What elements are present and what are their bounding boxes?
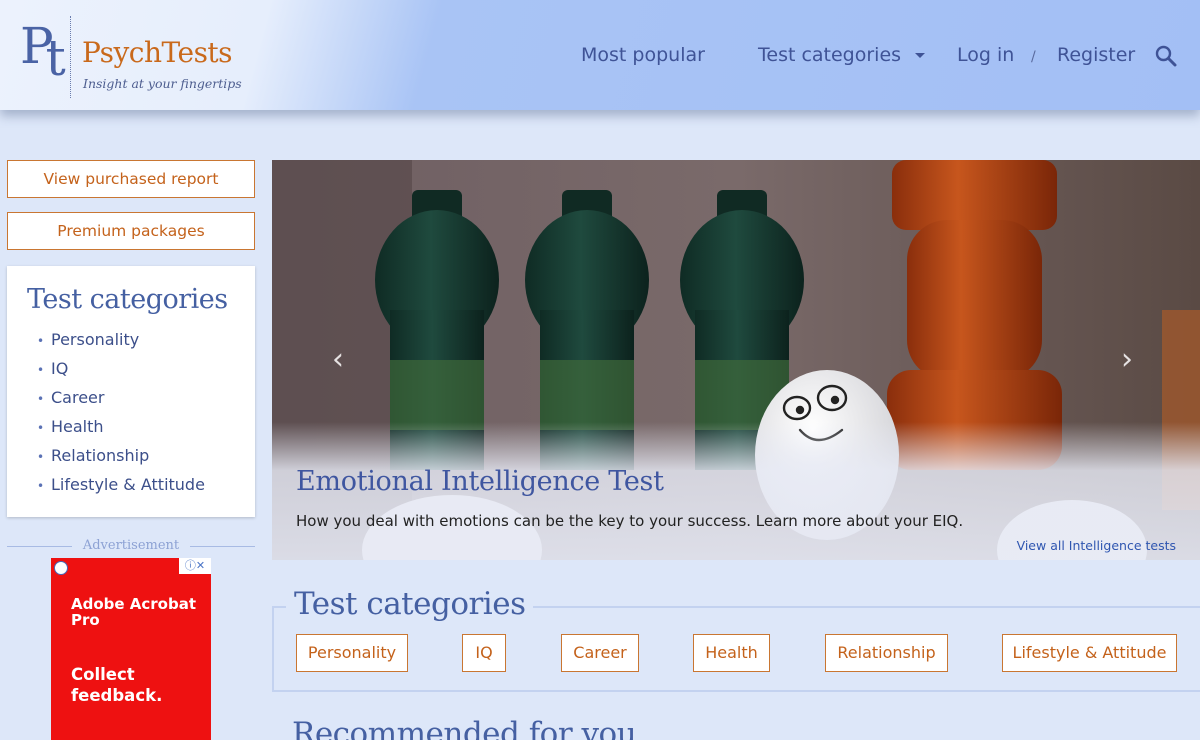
ad-cta: Collect feedback. <box>71 665 163 705</box>
nav-most-popular[interactable]: Most popular <box>581 40 705 70</box>
logo-tagline: Insight at your fingertips <box>83 76 242 91</box>
hero-title[interactable]: Emotional Intelligence Test <box>296 466 664 497</box>
sidebar-item-label: Lifestyle & Attitude <box>51 475 205 494</box>
search-icon[interactable] <box>1154 44 1178 68</box>
category-button-health[interactable]: Health <box>693 634 770 672</box>
chevron-left-icon[interactable]: ‹ <box>332 345 344 375</box>
hero-carousel[interactable]: ‹ › Emotional Intelligence Test How you … <box>272 160 1200 560</box>
bullet-icon: • <box>37 392 45 406</box>
advertisement-label: Advertisement <box>7 538 255 554</box>
nav-register[interactable]: Register <box>1057 40 1135 70</box>
sidebar-item-label: Career <box>51 388 105 407</box>
chevron-right-icon[interactable]: › <box>1121 345 1133 375</box>
recommended-title: Recommended for you <box>292 716 637 740</box>
test-categories-title: Test categories <box>286 586 534 622</box>
sidebar-item-label: Relationship <box>51 446 150 465</box>
sidebar-item-label: IQ <box>51 359 69 378</box>
nav-separator: / <box>1031 49 1036 65</box>
bullet-icon: • <box>37 479 45 493</box>
sidebar-item-label: Health <box>51 417 104 436</box>
adchoices-icon[interactable]: ⓘ✕ <box>179 558 211 574</box>
advertisement-text: Advertisement <box>82 538 180 553</box>
sidebar-categories: Test categories • Personality • IQ • Career… <box>7 266 255 517</box>
category-button-relationship[interactable]: Relationship <box>825 634 948 672</box>
sidebar-item-lifestyle-attitude[interactable]: • Lifestyle & Attitude <box>37 474 205 503</box>
category-button-personality[interactable]: Personality <box>296 634 408 672</box>
bullet-icon: • <box>37 334 45 348</box>
view-purchased-report-button[interactable]: View purchased report <box>7 160 255 198</box>
sidebar-categories-list: • Personality • IQ • Career • Health • Relati… <box>37 329 205 503</box>
nav-log-in[interactable]: Log in <box>957 40 1014 70</box>
bullet-icon: • <box>37 450 45 464</box>
category-button-career[interactable]: Career <box>561 634 639 672</box>
nav-test-categories[interactable]: Test categories <box>758 40 901 70</box>
ad-title: Adobe Acrobat Pro <box>71 595 197 629</box>
advertisement-banner[interactable]: ⓘ✕ Adobe Acrobat Pro Collect feedback. <box>51 558 211 740</box>
sidebar-item-personality[interactable]: • Personality <box>37 329 205 358</box>
premium-packages-button[interactable]: Premium packages <box>7 212 255 250</box>
test-categories-section: Test categories Personality IQ Career He… <box>272 586 1200 692</box>
shield-icon <box>54 561 68 575</box>
caret-down-icon[interactable] <box>915 53 925 58</box>
sidebar-item-health[interactable]: • Health <box>37 416 205 445</box>
sidebar-categories-title: Test categories <box>27 284 228 315</box>
sidebar-item-relationship[interactable]: • Relationship <box>37 445 205 474</box>
main-nav: Most popular Test categories Log in / Re… <box>0 40 1200 70</box>
sidebar-item-career[interactable]: • Career <box>37 387 205 416</box>
view-all-intelligence-tests-link[interactable]: View all Intelligence tests <box>1017 538 1176 553</box>
ad-label-line <box>7 546 72 547</box>
sidebar-item-label: Personality <box>51 330 140 349</box>
hero-subtitle: How you deal with emotions can be the ke… <box>296 512 964 530</box>
ad-label-line <box>190 546 255 547</box>
bullet-icon: • <box>37 421 45 435</box>
site-header: Pt PsychTests Insight at your fingertips… <box>0 0 1200 110</box>
category-button-iq[interactable]: IQ <box>462 634 506 672</box>
bullet-icon: • <box>37 363 45 377</box>
sidebar-item-iq[interactable]: • IQ <box>37 358 205 387</box>
category-button-lifestyle-attitude[interactable]: Lifestyle & Attitude <box>1002 634 1177 672</box>
